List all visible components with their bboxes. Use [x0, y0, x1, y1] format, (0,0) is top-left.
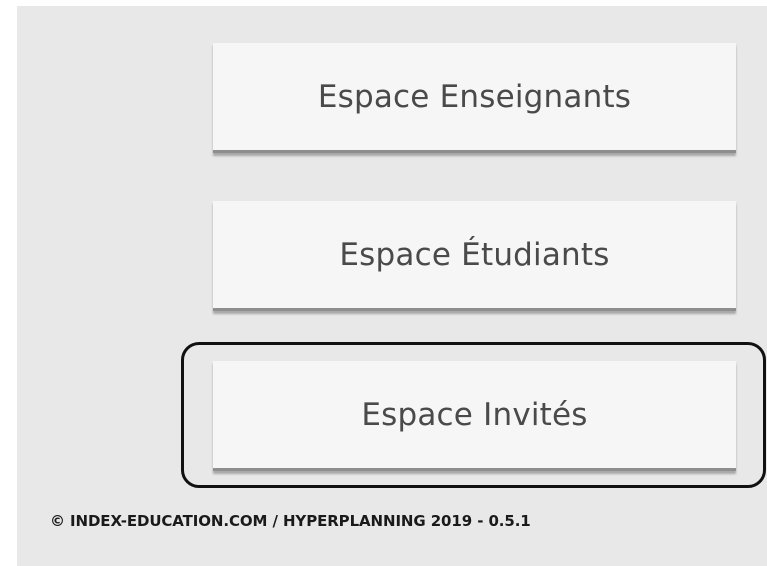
- espace-enseignants-label: Espace Enseignants: [317, 78, 632, 115]
- espace-etudiants-button[interactable]: Espace Étudiants: [213, 201, 736, 311]
- espace-invites-button[interactable]: Espace Invités: [213, 361, 736, 471]
- espace-invites-label: Espace Invités: [361, 396, 588, 433]
- espace-etudiants-label: Espace Étudiants: [339, 236, 610, 273]
- espace-enseignants-button[interactable]: Espace Enseignants: [213, 43, 736, 153]
- copyright-footer: © INDEX-EDUCATION.COM / HYPERPLANNING 20…: [50, 512, 531, 530]
